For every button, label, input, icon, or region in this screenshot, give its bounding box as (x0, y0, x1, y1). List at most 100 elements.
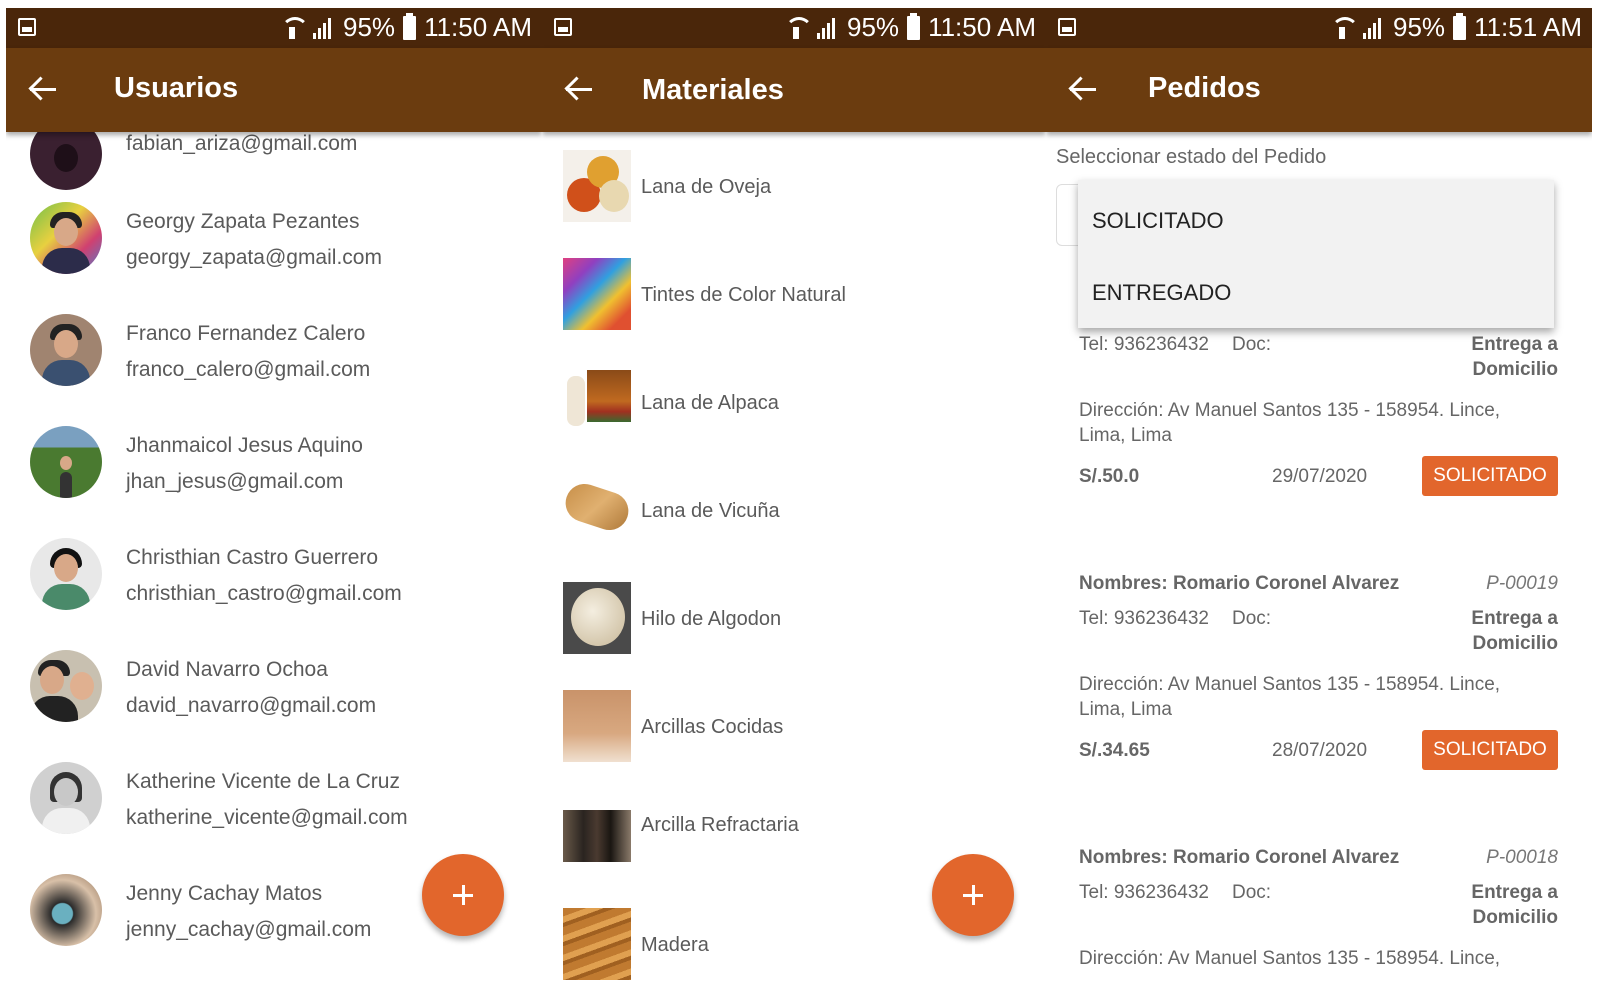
page-title: Materiales (642, 74, 784, 106)
avatar (30, 874, 102, 946)
status-bar: 95% 11:50 AM (542, 8, 1046, 48)
material-image (563, 810, 631, 862)
avatar (30, 762, 102, 834)
signal-icon (313, 17, 335, 39)
materiales-screen: 95% 11:50 AM Materiales Lana de Oveja Ti… (542, 0, 1046, 992)
clock: 11:50 AM (424, 12, 532, 42)
add-material-button[interactable] (932, 854, 1014, 936)
user-email: fabian_ariza@gmail.com (126, 132, 358, 155)
material-name: Lana de Oveja (641, 176, 772, 198)
avatar (30, 426, 102, 498)
wifi-icon (783, 16, 814, 39)
user-email: christhian_castro@gmail.com (126, 582, 402, 605)
user-email: georgy_zapata@gmail.com (126, 246, 382, 269)
user-email: jhan_jesus@gmail.com (126, 470, 344, 493)
order-status-badge[interactable]: SOLICITADO (1422, 730, 1558, 770)
status-bar: 95% 11:51 AM (1046, 8, 1592, 48)
signal-icon (1363, 17, 1385, 39)
user-list-item[interactable]: Christhian Castro Guerrero christhian_ca… (6, 532, 542, 644)
user-email: david_navarro@gmail.com (126, 694, 377, 717)
app-bar: Pedidos (1046, 48, 1592, 132)
battery-percent: 95% (343, 12, 396, 42)
avatar (30, 538, 102, 610)
material-list-item[interactable]: Lana de Vicuña (542, 474, 1046, 582)
order-delivery-type: Domicilio (1472, 907, 1558, 928)
avatar (30, 650, 102, 722)
material-name: Lana de Vicuña (641, 500, 780, 522)
wifi-icon (279, 16, 310, 39)
order-tel: Tel: 936236432 (1079, 882, 1209, 903)
order-tel: Tel: 936236432 (1079, 334, 1209, 355)
gallery-notification-icon (18, 18, 36, 36)
order-amount: S/.50.0 (1079, 466, 1140, 487)
user-list-item[interactable]: Katherine Vicente de La Cruz katherine_v… (6, 756, 542, 868)
order-customer-name: Nombres: Romario Coronel Alvarez (1079, 847, 1400, 868)
battery-percent: 95% (1393, 12, 1446, 42)
order-amount: S/.34.65 (1079, 740, 1150, 761)
order-doc: Doc: (1232, 882, 1272, 903)
material-image (563, 474, 631, 546)
user-name: Franco Fernandez Calero (126, 322, 366, 345)
order-address: Dirección: Av Manuel Santos 135 - 158954… (1079, 400, 1501, 421)
material-list-item[interactable]: Lana de Alpaca (542, 366, 1046, 474)
order-address: Dirección: Av Manuel Santos 135 - 158954… (1079, 674, 1501, 695)
material-list-item[interactable]: Tintes de Color Natural (542, 258, 1046, 366)
order-code: P-00019 (1486, 573, 1558, 594)
order-address: Lima, Lima (1079, 425, 1172, 446)
avatar (30, 314, 102, 386)
back-arrow-icon[interactable] (1068, 74, 1098, 104)
order-date: 29/07/2020 (1272, 466, 1368, 487)
user-name: Katherine Vicente de La Cruz (126, 770, 400, 793)
page-title: Usuarios (114, 72, 239, 104)
material-list-item[interactable]: Lana de Oveja (542, 150, 1046, 258)
order-doc: Doc: (1232, 334, 1272, 355)
user-name: Jhanmaicol Jesus Aquino (126, 434, 363, 457)
order-status-badge[interactable]: SOLICITADO (1422, 456, 1558, 496)
status-bar: 95% 11:50 AM (6, 8, 542, 48)
order-delivery-type: Entrega a (1471, 608, 1558, 629)
signal-icon (817, 17, 839, 39)
order-delivery-type: Entrega a (1471, 882, 1558, 903)
user-name: Georgy Zapata Pezantes (126, 210, 360, 233)
order-date: 28/07/2020 (1272, 740, 1368, 761)
app-bar: Usuarios (6, 48, 542, 132)
page-title: Pedidos (1148, 72, 1261, 104)
user-email: franco_calero@gmail.com (126, 358, 371, 381)
material-image (563, 258, 631, 330)
material-image (563, 366, 631, 438)
material-image (563, 908, 631, 980)
material-name: Lana de Alpaca (641, 392, 779, 414)
user-list-item[interactable]: Georgy Zapata Pezantes georgy_zapata@gma… (6, 196, 542, 308)
order-address: Dirección: Av Manuel Santos 135 - 158954… (1079, 948, 1501, 969)
back-arrow-icon[interactable] (564, 74, 594, 104)
order-delivery-type: Entrega a (1471, 334, 1558, 355)
user-name: Jenny Cachay Matos (126, 882, 323, 905)
back-arrow-icon[interactable] (28, 74, 58, 104)
battery-icon (1453, 12, 1467, 40)
user-list-item[interactable]: Jhanmaicol Jesus Aquino jhan_jesus@gmail… (6, 420, 542, 532)
order-address: Lima, Lima (1079, 699, 1172, 720)
material-image (563, 582, 631, 654)
user-list-item[interactable]: Franco Fernandez Calero franco_calero@gm… (6, 308, 542, 420)
material-name: Arcilla Refractaria (641, 814, 799, 836)
add-user-button[interactable] (422, 854, 504, 936)
material-list-item[interactable]: Arcillas Cocidas (542, 690, 1046, 798)
user-list-item[interactable]: David Navarro Ochoa david_navarro@gmail.… (6, 644, 542, 756)
order-delivery-type: Domicilio (1472, 633, 1558, 654)
status-select-label: Seleccionar estado del Pedido (1056, 146, 1327, 168)
order-code: P-00018 (1486, 847, 1558, 868)
clock: 11:51 AM (1474, 12, 1582, 42)
order-delivery-type: Domicilio (1472, 359, 1558, 380)
dropdown-option-solicitado[interactable]: SOLICITADO (1092, 208, 1224, 234)
dropdown-option-entregado[interactable]: ENTREGADO (1092, 280, 1231, 306)
gallery-notification-icon (554, 18, 572, 36)
material-name: Madera (641, 934, 709, 956)
usuarios-screen: 95% 11:50 AM Usuarios fabian_ariza@gmail… (6, 0, 542, 992)
order-doc: Doc: (1232, 608, 1272, 629)
battery-icon (403, 12, 417, 40)
pedidos-screen: 95% 11:51 AM Pedidos Seleccionar estado … (1046, 0, 1592, 992)
material-list-item[interactable]: Hilo de Algodon (542, 582, 1046, 690)
order-tel: Tel: 936236432 (1079, 608, 1209, 629)
clock: 11:50 AM (928, 12, 1036, 42)
material-image (563, 150, 631, 222)
